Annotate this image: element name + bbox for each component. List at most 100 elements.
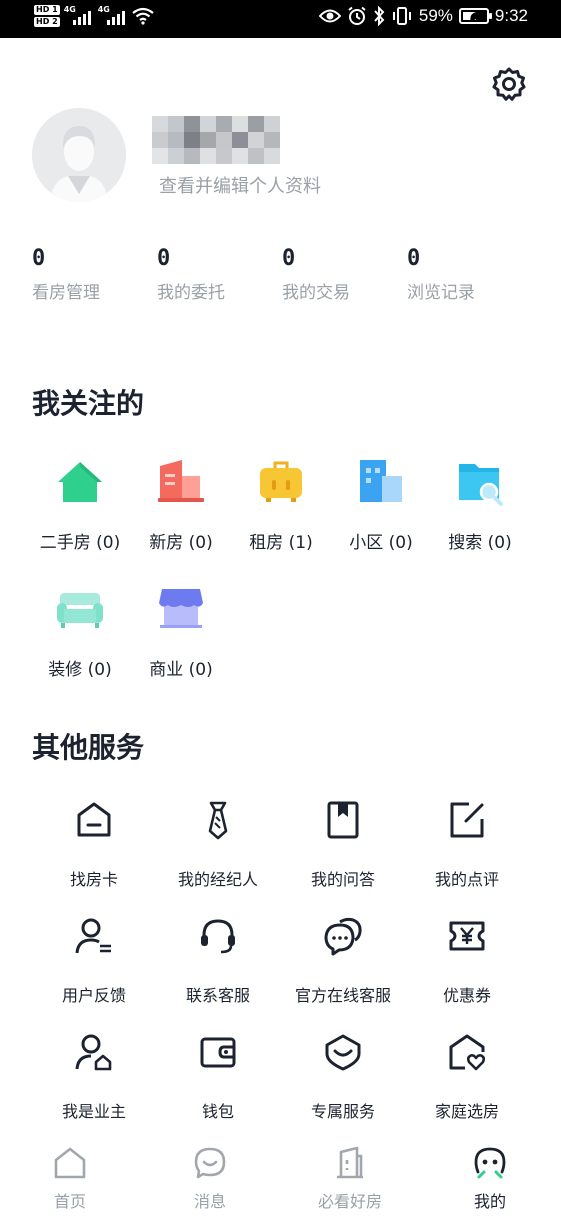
sofa-icon — [57, 593, 103, 628]
follow-commercial[interactable]: 商业 (0) — [131, 585, 231, 680]
shop-icon — [159, 589, 203, 628]
headset-icon — [201, 919, 235, 954]
home-icon — [54, 1147, 86, 1179]
service-label: 专属服务 — [310, 1102, 375, 1121]
service-label: 优惠券 — [442, 986, 491, 1005]
hd-indicators: HD 1 HD 2 — [34, 5, 60, 27]
search-folder-icon — [459, 464, 503, 506]
service-my-qa[interactable]: 我的问答 — [281, 800, 405, 890]
bottom-nav: 首页 消息 必看好房 我的 — [0, 1140, 561, 1216]
username-blurred-row2 — [152, 132, 280, 148]
follow-label: 新房 (0) — [149, 533, 213, 553]
username-blurred[interactable] — [152, 116, 280, 132]
stat-label: 看房管理 — [32, 283, 100, 303]
nav-label: 我的 — [473, 1192, 506, 1211]
eye-icon — [318, 9, 341, 23]
service-label: 找房卡 — [69, 870, 118, 889]
nav-label: 消息 — [193, 1192, 226, 1211]
alarm-icon — [348, 6, 366, 25]
follow-rent[interactable]: 租房 (1) — [231, 458, 331, 553]
user-feedback-icon — [75, 918, 111, 954]
follow-decoration[interactable]: 装修 (0) — [30, 585, 130, 680]
service-label: 我是业主 — [61, 1102, 126, 1121]
stat-value: 0 — [157, 246, 171, 271]
stat-label: 我的交易 — [282, 283, 350, 303]
nav-home[interactable]: 首页 — [10, 1146, 130, 1212]
bluetooth-icon — [374, 6, 385, 26]
stat-label: 浏览记录 — [407, 283, 475, 303]
service-my-review[interactable]: 我的点评 — [405, 800, 529, 890]
stats-row: 0 看房管理 0 我的委托 0 我的交易 0 浏览记录 — [32, 246, 532, 303]
follow-search[interactable]: 搜索 (0) — [430, 458, 530, 553]
stat-entrust[interactable]: 0 我的委托 — [157, 246, 282, 303]
signal-1-icon: 4G — [64, 5, 94, 27]
service-label: 钱包 — [201, 1102, 234, 1121]
stat-history[interactable]: 0 浏览记录 — [407, 246, 532, 303]
follow-label: 搜索 (0) — [448, 533, 512, 553]
service-exclusive[interactable]: 专属服务 — [281, 1032, 405, 1122]
follows-title: 我关注的 — [32, 387, 145, 420]
stat-transactions[interactable]: 0 我的交易 — [282, 246, 407, 303]
hd1-badge: HD 1 — [34, 5, 60, 15]
battery-percent: 59% — [418, 6, 453, 25]
follow-label: 商业 (0) — [149, 660, 213, 680]
signal-2-icon: 4G — [98, 5, 128, 27]
edit-profile-link[interactable]: 查看并编辑个人资料 — [159, 172, 321, 198]
service-label: 我的经纪人 — [177, 870, 258, 889]
suitcase-icon — [260, 461, 302, 502]
edit-icon — [450, 802, 484, 838]
follow-second-hand[interactable]: 二手房 (0) — [30, 458, 130, 553]
chat-bubbles-icon — [324, 917, 362, 956]
stat-value: 0 — [407, 246, 421, 271]
service-label: 联系客服 — [185, 986, 250, 1005]
clock: 9:32 — [494, 6, 528, 25]
coupon-icon — [449, 921, 485, 951]
nav-mine[interactable]: 我的 — [430, 1146, 550, 1212]
follow-label: 装修 (0) — [48, 660, 112, 680]
house-icon — [58, 462, 102, 502]
service-online[interactable]: 官方在线客服 — [281, 916, 405, 1006]
nav-label: 必看好房 — [317, 1192, 382, 1211]
profile-face-icon — [474, 1147, 506, 1179]
service-family[interactable]: 家庭选房 — [405, 1032, 529, 1122]
service-label: 官方在线客服 — [294, 986, 391, 1005]
service-coupon[interactable]: 优惠券 — [405, 916, 529, 1006]
service-feedback[interactable]: 用户反馈 — [32, 916, 156, 1006]
bookmark-book-icon — [327, 801, 359, 839]
stat-label: 我的委托 — [157, 283, 225, 303]
nav-messages[interactable]: 消息 — [150, 1146, 270, 1212]
house-card-icon — [77, 802, 111, 837]
community-icon — [360, 460, 402, 502]
follow-label: 小区 (0) — [349, 533, 413, 553]
family-house-icon — [449, 1034, 486, 1071]
nav-must-see[interactable]: 必看好房 — [290, 1146, 410, 1212]
follow-label: 租房 (1) — [249, 533, 313, 553]
follow-community[interactable]: 小区 (0) — [331, 458, 431, 553]
service-label: 家庭选房 — [434, 1102, 499, 1121]
services-title: 其他服务 — [32, 731, 145, 764]
nav-label: 首页 — [53, 1192, 86, 1211]
stat-viewing[interactable]: 0 看房管理 — [32, 246, 157, 303]
message-icon — [194, 1147, 226, 1179]
service-owner[interactable]: 我是业主 — [32, 1032, 156, 1122]
service-my-agent[interactable]: 我的经纪人 — [156, 800, 280, 890]
door-icon — [337, 1146, 363, 1179]
owner-icon — [75, 1034, 112, 1071]
hd2-badge: HD 2 — [34, 17, 60, 27]
avatar-default-icon — [32, 108, 126, 202]
status-bar-left: HD 1 HD 2 4G 4G — [34, 5, 154, 27]
settings-gear-icon[interactable] — [491, 66, 527, 102]
service-label: 我的点评 — [434, 870, 499, 889]
status-bar: HD 1 HD 2 4G 4G 59% 9:32 — [0, 0, 561, 38]
exclusive-service-icon — [325, 1034, 361, 1071]
wallet-icon — [200, 1037, 236, 1068]
follow-new-house[interactable]: 新房 (0) — [131, 458, 231, 553]
stat-value: 0 — [32, 246, 46, 271]
service-contact[interactable]: 联系客服 — [156, 916, 280, 1006]
battery-icon — [458, 8, 492, 24]
service-wallet[interactable]: 钱包 — [156, 1032, 280, 1122]
service-house-card[interactable]: 找房卡 — [32, 800, 156, 890]
service-label: 我的问答 — [310, 870, 375, 889]
stat-value: 0 — [282, 246, 296, 271]
avatar[interactable] — [32, 108, 126, 202]
